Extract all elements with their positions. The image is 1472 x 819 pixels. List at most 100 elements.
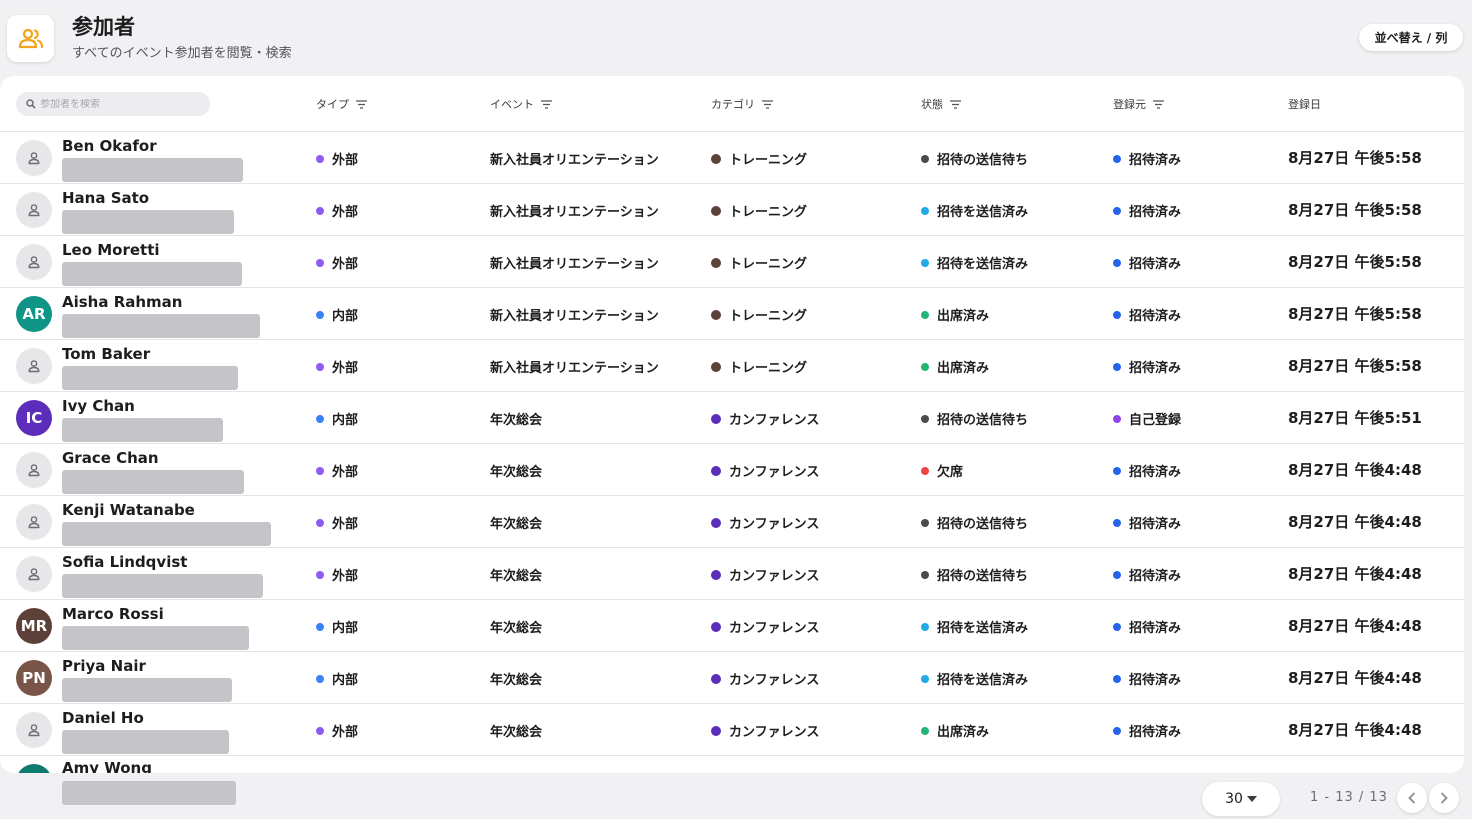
status-dot (921, 206, 929, 215)
status-cell: 出席済み (921, 305, 989, 324)
type-label: 外部 (332, 465, 359, 480)
attendee-name[interactable]: Ivy Chan (62, 397, 135, 415)
next-page-button[interactable] (1429, 783, 1459, 813)
column-source-header[interactable]: 登録元 (1113, 96, 1164, 112)
filter-icon[interactable] (1153, 99, 1164, 109)
avatar (16, 712, 52, 748)
source-label: 招待済み (1129, 309, 1182, 324)
search-input[interactable] (40, 98, 200, 110)
page-header: 参加者 すべてのイベント参加者を閲覧・検索 並べ替え / 列 (0, 0, 1472, 76)
status-dot (921, 154, 929, 163)
table-row[interactable]: Ben Okafor 外部 新入社員オリエンテーション トレーニング 招待の送信… (0, 132, 1464, 184)
event-cell: 年次総会 (490, 513, 542, 532)
category-cell: カンファレンス (711, 721, 819, 740)
source-label: 招待済み (1129, 361, 1182, 376)
source-cell: 招待済み (1113, 617, 1181, 636)
status-dot (921, 258, 929, 267)
type-cell: 内部 (316, 669, 358, 688)
date-cell: 8月27日 午後4:48 (1288, 721, 1422, 739)
type-cell: 内部 (316, 305, 358, 324)
attendee-name[interactable]: Hana Sato (62, 189, 149, 207)
status-dot (316, 310, 324, 319)
type-label: 外部 (332, 361, 359, 376)
table-row[interactable]: PN Priya Nair 内部 年次総会 カンファレンス 招待を送信済み 招待… (0, 652, 1464, 704)
avatar-initials: MR (20, 617, 48, 635)
table-row[interactable]: AR Aisha Rahman 内部 新入社員オリエンテーション トレーニング … (0, 288, 1464, 340)
status-dot (921, 310, 929, 319)
status-label: 招待を送信済み (937, 257, 1029, 272)
attendee-name[interactable]: Leo Moretti (62, 241, 160, 259)
attendee-name[interactable]: Kenji Watanabe (62, 501, 195, 519)
table-row[interactable]: Grace Chan 外部 年次総会 カンファレンス 欠席 招待済み 8月27日… (0, 444, 1464, 496)
status-dot (711, 725, 721, 736)
table-row[interactable]: MR Marco Rossi 内部 年次総会 カンファレンス 招待を送信済み 招… (0, 600, 1464, 652)
status-dot (711, 621, 721, 632)
table-row[interactable]: Kenji Watanabe 外部 年次総会 カンファレンス 招待の送信待ち 招… (0, 496, 1464, 548)
event-label: 新入社員オリエンテーション (490, 257, 659, 272)
attendee-name[interactable]: Marco Rossi (62, 605, 164, 623)
redacted-email (62, 470, 244, 494)
filter-icon[interactable] (950, 99, 961, 109)
table-row[interactable]: IC Ivy Chan 内部 年次総会 カンファレンス 招待の送信待ち 自己登録… (0, 392, 1464, 444)
user-icon (28, 464, 40, 477)
status-cell: 招待を送信済み (921, 253, 1028, 272)
pagination-bar: 30 1 - 13 / 13 (0, 773, 1472, 819)
attendee-name[interactable]: Sofia Lindqvist (62, 553, 187, 571)
filter-icon[interactable] (762, 99, 773, 109)
redacted-email (62, 158, 243, 182)
avatar-initials: AR (22, 305, 46, 323)
table-row[interactable]: Sofia Lindqvist 外部 年次総会 カンファレンス 招待の送信待ち … (0, 548, 1464, 600)
attendee-name[interactable]: Tom Baker (62, 345, 150, 363)
caret-down-icon (1246, 796, 1257, 802)
column-category-header[interactable]: カテゴリ (711, 96, 773, 112)
attendee-name[interactable]: Aisha Rahman (62, 293, 182, 311)
table-row[interactable]: Hana Sato 外部 新入社員オリエンテーション トレーニング 招待を送信済… (0, 184, 1464, 236)
event-cell: 新入社員オリエンテーション (490, 305, 659, 324)
status-dot (921, 570, 929, 579)
column-date-header[interactable]: 登録日 (1288, 96, 1321, 112)
attendee-name[interactable]: Grace Chan (62, 449, 159, 467)
source-cell: 招待済み (1113, 669, 1181, 688)
attendee-name[interactable]: Ben Okafor (62, 137, 157, 155)
avatar: AR (16, 296, 52, 332)
table-row[interactable]: Daniel Ho 外部 年次総会 カンファレンス 出席済み 招待済み 8月27… (0, 704, 1464, 756)
column-status-header[interactable]: 状態 (921, 96, 961, 112)
chevron-left-icon (1408, 792, 1416, 804)
table-row[interactable]: Leo Moretti 外部 新入社員オリエンテーション トレーニング 招待を送… (0, 236, 1464, 288)
status-dot (316, 154, 324, 163)
type-label: 外部 (332, 257, 359, 272)
column-event-header[interactable]: イベント (490, 96, 552, 112)
attendee-name[interactable]: Amy Wong (62, 759, 152, 773)
filter-icon[interactable] (356, 99, 367, 109)
filter-icon[interactable] (541, 99, 552, 109)
status-dot (711, 153, 721, 164)
status-dot (1113, 570, 1121, 579)
category-cell: カンファレンス (711, 409, 819, 428)
status-dot (1113, 258, 1121, 267)
status-cell: 欠席 (921, 461, 963, 480)
source-label: 招待済み (1129, 153, 1182, 168)
category-cell: トレーニング (711, 201, 807, 220)
event-label: 年次総会 (490, 517, 543, 532)
status-dot (316, 414, 324, 423)
search-box[interactable] (16, 92, 210, 116)
status-dot (316, 622, 324, 631)
category-label: カンファレンス (729, 569, 820, 584)
redacted-email (62, 262, 242, 286)
status-dot (1113, 362, 1121, 371)
status-cell: 出席済み (921, 357, 989, 376)
search-icon (26, 99, 36, 109)
attendee-name[interactable]: Priya Nair (62, 657, 146, 675)
prev-page-button[interactable] (1397, 783, 1427, 813)
table-body: Ben Okafor 外部 新入社員オリエンテーション トレーニング 招待の送信… (0, 132, 1464, 773)
column-type-header[interactable]: タイプ (316, 96, 367, 112)
per-page-select[interactable]: 30 (1202, 782, 1280, 816)
type-label: 内部 (332, 413, 359, 428)
attendee-name[interactable]: Daniel Ho (62, 709, 144, 727)
table-row[interactable]: Amy Wong (0, 756, 1464, 773)
user-icon (28, 152, 40, 165)
table-row[interactable]: Tom Baker 外部 新入社員オリエンテーション トレーニング 出席済み 招… (0, 340, 1464, 392)
status-dot (921, 726, 929, 735)
status-dot (316, 362, 324, 371)
sort-columns-button[interactable]: 並べ替え / 列 (1359, 24, 1463, 51)
